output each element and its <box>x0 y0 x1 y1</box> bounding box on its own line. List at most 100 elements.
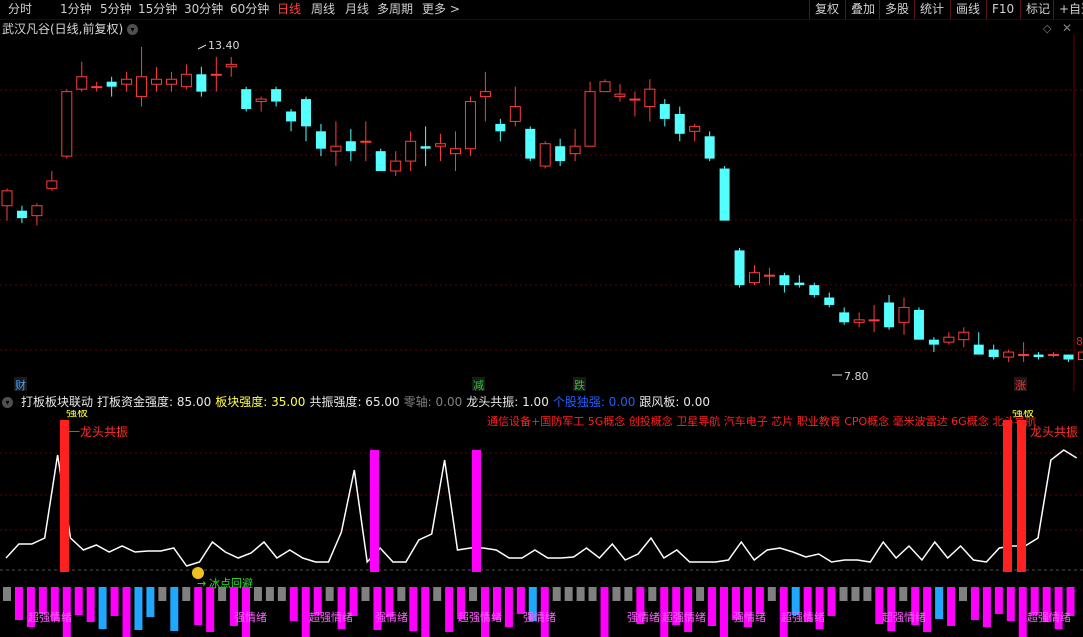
sentiment-bar <box>708 587 717 626</box>
event-marker: 减 <box>472 377 485 391</box>
chevron-down-icon[interactable]: ▾ <box>2 397 13 408</box>
sentiment-bar <box>74 587 83 615</box>
candle <box>61 89 73 159</box>
sentiment-label: 强情绪 <box>523 610 556 624</box>
sentiment-bar <box>1006 587 1015 621</box>
sentiment-bar <box>158 587 167 601</box>
candle <box>1033 352 1044 360</box>
candle <box>180 64 192 90</box>
candle <box>629 91 641 117</box>
diamond-icon[interactable]: ◇ <box>1043 22 1051 35</box>
candle <box>509 86 521 127</box>
sentiment-bar <box>421 587 430 637</box>
sentiment-bar <box>899 587 908 601</box>
candle <box>1 188 13 221</box>
period-tab-3[interactable]: 15分钟 <box>138 1 177 18</box>
close-icon[interactable]: ✕ <box>1062 21 1072 35</box>
toolbar-button-5[interactable]: F10 <box>986 0 1019 19</box>
toolbar-button-7[interactable]: +自选 <box>1053 0 1083 19</box>
candle <box>301 96 311 142</box>
indicator-name[interactable]: 打板板块联动 <box>21 395 93 409</box>
sentiment-bar <box>947 587 956 626</box>
toolbar-button-6[interactable]: 标记 <box>1020 0 1055 19</box>
period-tab-4[interactable]: 30分钟 <box>184 1 223 18</box>
candle <box>614 84 626 102</box>
sentiment-bar <box>564 587 573 601</box>
indicator-chart[interactable]: 强板一龙头共振 通信设备+国防军工 5G概念 创投概念 卫星导航 汽车电子 芯片 … <box>0 410 1083 637</box>
period-tab-1[interactable]: 1分钟 <box>60 1 92 18</box>
sentiment-bar <box>361 587 370 601</box>
sentiment-bar <box>755 587 764 614</box>
candle <box>225 56 237 77</box>
candle <box>1063 354 1074 362</box>
sentiment-bar <box>576 587 585 601</box>
sentiment-bar <box>851 587 860 601</box>
sentiment-bar <box>253 587 262 601</box>
sentiment-label: 超强情绪 <box>309 610 353 624</box>
candle <box>450 131 461 172</box>
signal-bar <box>1017 420 1026 572</box>
sentiment-label: 超强情绪 <box>1027 610 1071 624</box>
sentiment-bar <box>38 587 47 614</box>
svg-text:财: 财 <box>15 378 26 391</box>
candle <box>271 86 282 107</box>
sentiment-bar <box>469 587 478 601</box>
candle <box>674 106 685 142</box>
sentiment-bar <box>134 587 143 630</box>
sentiment-bar <box>696 587 705 601</box>
candle <box>479 71 491 122</box>
toolbar-button-1[interactable]: 叠加 <box>845 0 880 19</box>
candle <box>375 148 386 172</box>
candle <box>1003 349 1015 362</box>
period-tab-10[interactable]: 更多 > <box>422 1 460 18</box>
candle <box>839 307 850 325</box>
candle <box>824 292 835 308</box>
toolbar-button-2[interactable]: 多股 <box>879 0 914 19</box>
candle <box>420 126 431 167</box>
toolbar-button-0[interactable]: 复权 <box>809 0 844 19</box>
svg-text:跌: 跌 <box>574 378 585 391</box>
period-tab-8[interactable]: 月线 <box>345 1 369 18</box>
candle <box>525 126 536 162</box>
period-tab-6[interactable]: 日线 <box>277 1 301 18</box>
sentiment-bar <box>409 587 418 631</box>
candle <box>106 76 117 97</box>
candle <box>779 272 790 293</box>
candle <box>360 121 372 162</box>
period-tab-9[interactable]: 多周期 <box>377 1 413 18</box>
sentiment-bar <box>982 587 991 627</box>
signal-bar <box>472 450 481 572</box>
sentiment-bar <box>827 587 836 616</box>
candle <box>46 171 58 191</box>
candle <box>464 96 476 157</box>
indicator-item: 打板资金强度: 85.00 <box>97 395 212 409</box>
toolbar-button-3[interactable]: 统计 <box>914 0 949 19</box>
indicator-item: 共振强度: 65.00 <box>309 395 400 409</box>
period-tab-7[interactable]: 周线 <box>311 1 335 18</box>
chevron-down-icon[interactable]: ▾ <box>127 24 139 35</box>
sentiment-bar <box>648 587 657 601</box>
candle <box>584 81 596 147</box>
candle <box>719 166 730 221</box>
leader-resonance-label: 一龙头共振 <box>68 425 128 439</box>
sentiment-bar <box>98 587 107 629</box>
high-price-label: 13.40 <box>208 39 240 52</box>
sentiment-bar <box>887 587 896 631</box>
sentiment-bar <box>516 587 525 614</box>
period-tab-0[interactable]: 分时 <box>8 1 32 18</box>
sentiment-bar <box>194 587 203 625</box>
candle <box>405 131 417 172</box>
candle <box>286 109 297 132</box>
period-tab-2[interactable]: 5分钟 <box>100 1 132 18</box>
candle <box>644 79 656 122</box>
candle <box>973 332 984 355</box>
sentiment-bar <box>863 587 872 601</box>
strong-board-label-right: 强板 <box>1012 410 1034 419</box>
period-tab-5[interactable]: 60分钟 <box>230 1 269 18</box>
sentiment-bar <box>994 587 1003 614</box>
candle <box>704 131 715 162</box>
toolbar-button-4[interactable]: 画线 <box>950 0 985 19</box>
candle <box>345 128 356 162</box>
candle <box>763 267 775 286</box>
candlestick-chart[interactable]: 8 13.40 7.80 财 减 跌 涨 <box>0 35 1083 391</box>
